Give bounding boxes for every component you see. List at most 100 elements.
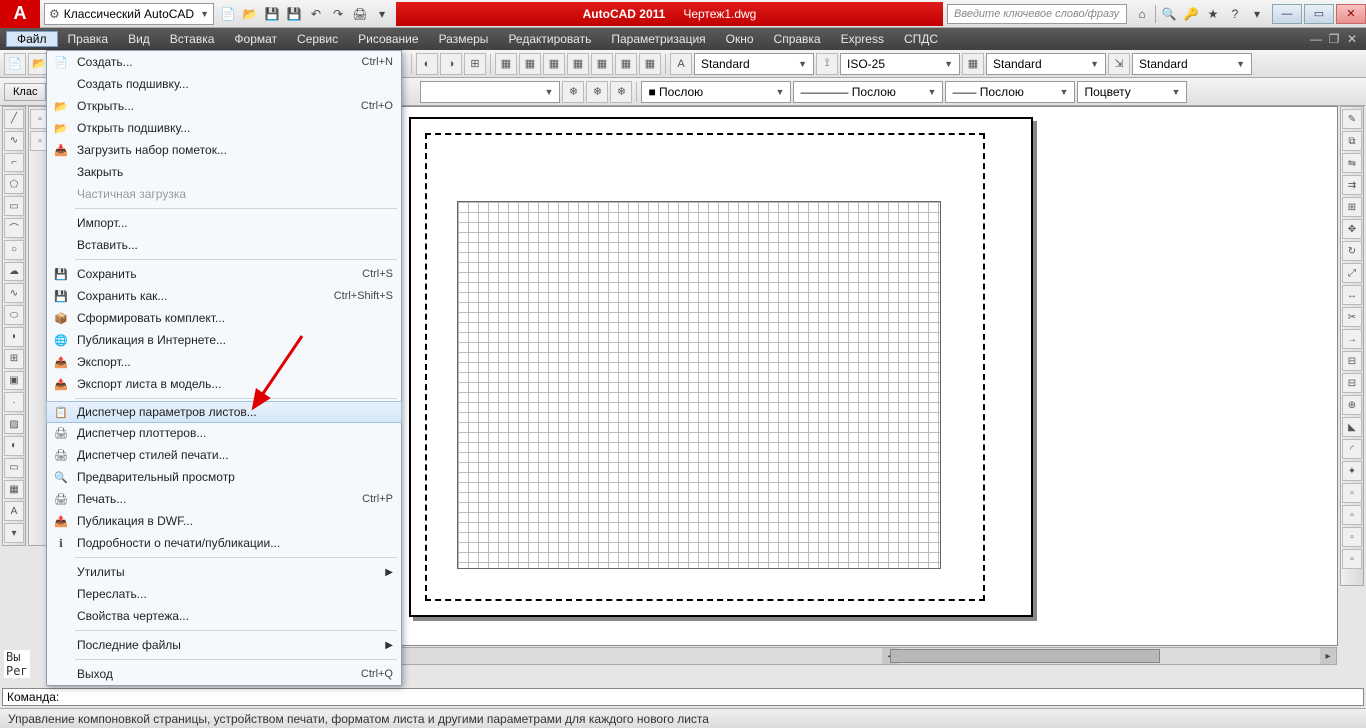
- menu-view[interactable]: Вид: [118, 32, 160, 46]
- mleader-style-combo[interactable]: Standard▼: [1132, 53, 1252, 75]
- table-style-combo[interactable]: Standard▼: [986, 53, 1106, 75]
- file-menu-item[interactable]: Создать подшивку...: [47, 73, 401, 95]
- extend-icon[interactable]: →: [1342, 329, 1362, 349]
- file-menu-item[interactable]: 📥Загрузить набор пометок...: [47, 139, 401, 161]
- text-style-combo[interactable]: Standard▼: [694, 53, 814, 75]
- layer-combo[interactable]: ▼: [420, 81, 560, 103]
- addsel-icon[interactable]: ▾: [4, 523, 24, 543]
- workspace-selector[interactable]: ⚙ Классический AutoCAD ▼: [44, 3, 214, 25]
- doc-min-button[interactable]: —: [1308, 32, 1324, 46]
- polygon-icon[interactable]: ⬠: [4, 174, 24, 194]
- chamfer-icon[interactable]: ◣: [1342, 417, 1362, 437]
- file-menu-item[interactable]: Закрыть: [47, 161, 401, 183]
- file-menu-item[interactable]: 📂Открыть...Ctrl+O: [47, 95, 401, 117]
- doc-restore-button[interactable]: ❐: [1326, 32, 1342, 46]
- tb-icon[interactable]: ▫: [1342, 483, 1362, 503]
- dim-style-combo[interactable]: ISO-25▼: [840, 53, 960, 75]
- save-icon[interactable]: 💾: [262, 4, 282, 24]
- tb-icon[interactable]: ▦: [567, 53, 589, 75]
- file-menu-item[interactable]: 🖨Диспетчер плоттеров...: [47, 422, 401, 444]
- tb-icon[interactable]: ⇲: [1108, 53, 1130, 75]
- polyline-icon[interactable]: ⌐: [4, 153, 24, 173]
- file-menu-item[interactable]: 📤Экспорт...: [47, 351, 401, 373]
- text-icon[interactable]: A: [4, 501, 24, 521]
- menu-format[interactable]: Формат: [224, 32, 287, 46]
- ellipse-arc-icon[interactable]: ◗: [4, 327, 24, 347]
- tb-icon[interactable]: 📄: [4, 53, 26, 75]
- circle-icon[interactable]: ○: [4, 240, 24, 260]
- infocenter-icon[interactable]: ⌂: [1133, 5, 1151, 23]
- menu-dimension[interactable]: Размеры: [429, 32, 499, 46]
- file-menu-item[interactable]: 💾СохранитьCtrl+S: [47, 263, 401, 285]
- tb-icon[interactable]: ▫: [1342, 505, 1362, 525]
- file-menu-item[interactable]: 📋Диспетчер параметров листов...: [46, 401, 402, 423]
- explode-icon[interactable]: ✦: [1342, 461, 1362, 481]
- file-menu-item[interactable]: Последние файлы▶: [47, 634, 401, 656]
- color-combo[interactable]: ■ Послою▼: [641, 81, 791, 103]
- menu-modify[interactable]: Редактировать: [498, 32, 601, 46]
- print-icon[interactable]: 🖨: [350, 4, 370, 24]
- star-icon[interactable]: ★: [1204, 5, 1222, 23]
- linetype-combo[interactable]: ———— Послою▼: [793, 81, 943, 103]
- file-menu-item[interactable]: 🌐Публикация в Интернете...: [47, 329, 401, 351]
- block-icon[interactable]: ▣: [4, 371, 24, 391]
- plotstyle-combo[interactable]: Поцвету▼: [1077, 81, 1187, 103]
- tb-icon[interactable]: ▦: [615, 53, 637, 75]
- menu-window[interactable]: Окно: [716, 32, 764, 46]
- file-menu-item[interactable]: Свойства чертежа...: [47, 605, 401, 627]
- help-icon[interactable]: ?: [1226, 5, 1244, 23]
- revcloud-icon[interactable]: ☁: [4, 262, 24, 282]
- menu-edit[interactable]: Правка: [58, 32, 119, 46]
- menu-express[interactable]: Express: [831, 32, 894, 46]
- break2-icon[interactable]: ⊟: [1342, 373, 1362, 393]
- insert-icon[interactable]: ⊞: [4, 349, 24, 369]
- scale-icon[interactable]: ⤢: [1342, 263, 1362, 283]
- spline-icon[interactable]: ∿: [4, 283, 24, 303]
- menu-draw[interactable]: Рисование: [348, 32, 428, 46]
- file-menu-item[interactable]: ВыходCtrl+Q: [47, 663, 401, 685]
- gradient-icon[interactable]: ◐: [4, 436, 24, 456]
- file-menu-item[interactable]: 📤Публикация в DWF...: [47, 510, 401, 532]
- file-menu-item[interactable]: Импорт...: [47, 212, 401, 234]
- tb-icon[interactable]: ⊞: [464, 53, 486, 75]
- scroll-right-icon[interactable]: ▸: [1320, 648, 1336, 664]
- tb-icon[interactable]: ◑: [440, 53, 462, 75]
- search-input[interactable]: Введите ключевое слово/фразу: [947, 4, 1127, 24]
- ellipse-icon[interactable]: ⬭: [4, 305, 24, 325]
- arc-icon[interactable]: ⌒: [4, 218, 24, 238]
- pline-icon[interactable]: ∿: [4, 131, 24, 151]
- tb-icon[interactable]: ❄: [562, 81, 584, 103]
- table-icon[interactable]: ▦: [4, 480, 24, 500]
- join-icon[interactable]: ⊕: [1342, 395, 1362, 415]
- stretch-icon[interactable]: ↔: [1342, 285, 1362, 305]
- tb-icon[interactable]: ▦: [639, 53, 661, 75]
- menu-help[interactable]: Справка: [764, 32, 831, 46]
- rectangle-icon[interactable]: ▭: [4, 196, 24, 216]
- lineweight-combo[interactable]: —— Послою▼: [945, 81, 1075, 103]
- file-menu-item[interactable]: 💾Сохранить как...Ctrl+Shift+S: [47, 285, 401, 307]
- file-menu-item[interactable]: 📂Открыть подшивку...: [47, 117, 401, 139]
- tb-icon[interactable]: ⟟: [816, 53, 838, 75]
- tb-icon[interactable]: ▦: [519, 53, 541, 75]
- tb-icon[interactable]: ▫: [1342, 527, 1362, 547]
- menu-parametric[interactable]: Параметризация: [601, 32, 715, 46]
- minimize-button[interactable]: —: [1272, 4, 1302, 24]
- redo-icon[interactable]: ↷: [328, 4, 348, 24]
- hatch-icon[interactable]: ▨: [4, 414, 24, 434]
- tb-icon[interactable]: A: [670, 53, 692, 75]
- open-icon[interactable]: 📂: [240, 4, 260, 24]
- close-button[interactable]: ✕: [1336, 4, 1366, 24]
- menu-file[interactable]: Файл: [6, 31, 58, 47]
- mirror-icon[interactable]: ⇋: [1342, 153, 1362, 173]
- break-icon[interactable]: ⊟: [1342, 351, 1362, 371]
- tb-icon[interactable]: ▦: [495, 53, 517, 75]
- file-menu-item[interactable]: 🖨Печать...Ctrl+P: [47, 488, 401, 510]
- doc-close-button[interactable]: ✕: [1344, 32, 1360, 46]
- tb-icon[interactable]: ◐: [416, 53, 438, 75]
- file-menu-item[interactable]: Вставить...: [47, 234, 401, 256]
- tb-icon[interactable]: ❄: [610, 81, 632, 103]
- offset-icon[interactable]: ⇉: [1342, 175, 1362, 195]
- tb-icon[interactable]: ▫: [1342, 549, 1362, 569]
- file-menu-item[interactable]: 📄Создать...Ctrl+N: [47, 51, 401, 73]
- tb-icon[interactable]: ❄: [586, 81, 608, 103]
